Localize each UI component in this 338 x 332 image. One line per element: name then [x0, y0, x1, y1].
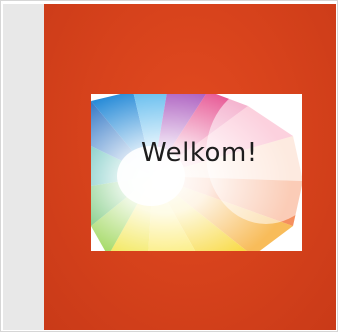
- rainbow-burst-graphic: [91, 94, 302, 251]
- slide-canvas[interactable]: Welkom!: [44, 4, 336, 330]
- slide-thumbnail-frame[interactable]: Welkom!: [0, 0, 338, 332]
- slide-left-margin: [3, 4, 44, 330]
- slide-title: Welkom!: [141, 138, 258, 168]
- welcome-card: Welkom!: [91, 94, 302, 251]
